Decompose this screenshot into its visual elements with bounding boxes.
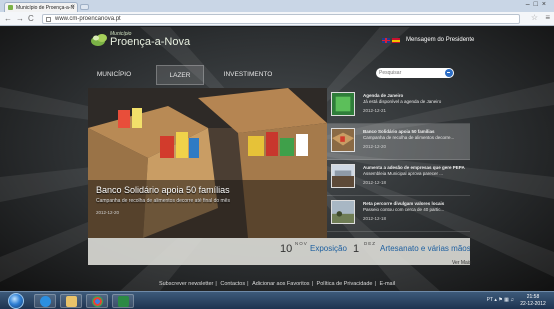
news-item[interactable]: Reta percorre divulgam valores locais Pa…	[327, 196, 470, 232]
agenda-month: NOV	[295, 241, 308, 246]
clock-date: 22-12-2012	[520, 300, 546, 307]
news-title: Reta percorre divulgam valores locais	[363, 201, 445, 206]
excel-icon	[118, 296, 129, 307]
start-button[interactable]	[8, 293, 24, 309]
system-tray[interactable]: PT ▴ ⚑ ▦ ♫	[487, 297, 514, 303]
news-list: Agenda de Janeiro Já está disponível a a…	[327, 88, 470, 238]
new-tab-button[interactable]	[80, 4, 89, 10]
page-icon	[46, 17, 51, 22]
news-subtitle: Campanha de recolha de alimentos decorre…	[363, 135, 455, 140]
news-date: 2012-12-18	[363, 180, 387, 185]
news-thumbnail	[331, 200, 355, 224]
input-language[interactable]: PT	[487, 297, 493, 303]
news-item[interactable]: Agenda de Janeiro Já está disponível a a…	[327, 88, 470, 124]
news-title: Agenda de Janeiro	[363, 93, 404, 98]
browser-toolbar: ← → C www.cm-proencanova.pt ☆ ≡	[0, 12, 554, 26]
address-bar[interactable]: www.cm-proencanova.pt	[42, 14, 520, 24]
search-input[interactable]	[379, 69, 439, 77]
news-subtitle: Assembleia Municipal aprova parecer ...	[363, 171, 444, 176]
news-thumbnail	[331, 128, 355, 152]
forward-button[interactable]: →	[16, 14, 24, 23]
browser-tabstrip: Município de Proença-a-N × –□×	[0, 0, 554, 12]
featured-news-date: 2012-12-20	[96, 210, 120, 215]
search-box	[376, 68, 454, 78]
news-subtitle: Já está disponível a agenda de Janeiro	[363, 99, 442, 104]
flag-tray-icon[interactable]: ⚑	[498, 297, 502, 303]
taskbar-app-excel[interactable]	[112, 294, 134, 308]
agenda-more-link[interactable]: Ver Mais	[452, 260, 471, 266]
featured-news-caption: Banco Solidário apoia 50 famílias Campan…	[96, 185, 230, 215]
taskbar-app-explorer[interactable]	[60, 294, 82, 308]
agenda-day: 10	[280, 243, 293, 255]
taskbar-app-chrome[interactable]	[86, 294, 108, 308]
footer-separator: |	[311, 281, 313, 287]
nav-item-lazer[interactable]: LAZER	[156, 65, 204, 85]
system-clock[interactable]: 21:58 22-12-2012	[518, 294, 548, 307]
agenda-day: 1	[353, 243, 360, 255]
featured-news[interactable]: Banco Solidário apoia 50 famílias Campan…	[88, 88, 327, 238]
news-date: 2012-12-18	[363, 216, 387, 221]
footer-link-privacy[interactable]: Política de Privacidade	[317, 281, 373, 287]
news-thumbnail	[331, 92, 355, 116]
logo-name[interactable]: Proença-a-Nova	[110, 36, 190, 48]
site-favicon-icon	[8, 5, 13, 10]
featured-news-description: Campanha de recolha de alimentos decorre…	[96, 198, 230, 204]
spanish-flag-icon[interactable]	[392, 38, 400, 43]
tab-title: Município de Proença-a-N	[16, 5, 75, 11]
municipality-logo-icon[interactable]	[90, 32, 108, 48]
footer-separator: |	[374, 281, 376, 287]
footer-link-contacts[interactable]: Contactos	[220, 281, 245, 287]
footer-link-email[interactable]: E-mail	[379, 281, 395, 287]
president-message-link[interactable]: Mensagem do Presidente	[406, 37, 474, 43]
search-icon[interactable]	[445, 69, 453, 77]
footer-link-newsletter[interactable]: Subscrever newsletter	[159, 281, 213, 287]
news-item[interactable]: Aumenta a adesão de empresas que gere PE…	[327, 160, 470, 196]
agenda-month: DEZ	[364, 241, 376, 246]
bookmark-star-icon[interactable]: ☆	[531, 13, 538, 22]
news-item[interactable]: Banco Solidário apoia 50 famílias Campan…	[327, 124, 470, 160]
window-controls[interactable]: –□×	[526, 1, 550, 8]
window-close-icon[interactable]: ×	[542, 1, 550, 8]
tray-up-arrow-icon[interactable]: ▴	[494, 297, 497, 303]
menu-icon[interactable]: ≡	[545, 13, 550, 22]
reload-button[interactable]: C	[28, 14, 34, 23]
news-title: Banco Solidário apoia 50 famílias	[363, 129, 435, 134]
address-bar-url: www.cm-proencanova.pt	[55, 16, 121, 22]
taskbar: PT ▴ ⚑ ▦ ♫ 21:58 22-12-2012	[0, 291, 554, 309]
news-subtitle: Passeio contou com cerca de 40 partic...	[363, 207, 445, 212]
site-footer: Subscrever newsletter | Contactos | Adicio…	[0, 281, 554, 287]
featured-news-image	[88, 88, 327, 238]
agenda-event-link[interactable]: Exposição	[310, 244, 347, 253]
browser-tab[interactable]: Município de Proença-a-N ×	[4, 2, 78, 12]
page-viewport: Município Proença-a-Nova Mensagem do Pre…	[0, 27, 554, 291]
internet-explorer-icon	[40, 296, 51, 307]
back-button[interactable]: ←	[4, 14, 12, 23]
maximize-icon[interactable]: □	[534, 1, 542, 8]
footer-separator: |	[215, 281, 217, 287]
chrome-icon	[92, 296, 103, 307]
nav-item-municipio[interactable]: MUNICÍPIO	[86, 65, 142, 85]
english-flag-icon[interactable]	[382, 38, 390, 43]
network-icon[interactable]: ▦	[504, 297, 509, 303]
footer-separator: |	[247, 281, 249, 287]
taskbar-app-ie[interactable]	[34, 294, 56, 308]
volume-icon[interactable]: ♫	[510, 297, 514, 303]
news-thumbnail	[331, 164, 355, 188]
tab-close-icon[interactable]: ×	[71, 4, 75, 10]
agenda-strip: 10 NOV Exposição 1 DEZ Artesanato e vári…	[88, 238, 470, 265]
footer-link-favorites[interactable]: Adicionar aos Favoritos	[252, 281, 309, 287]
folder-icon	[66, 296, 77, 307]
nav-item-investimento[interactable]: INVESTIMENTO	[218, 65, 278, 85]
news-title: Aumenta a adesão de empresas que gere PE…	[363, 165, 465, 170]
featured-news-title[interactable]: Banco Solidário apoia 50 famílias	[96, 185, 230, 195]
news-date: 2012-12-21	[363, 108, 387, 113]
agenda-event-link[interactable]: Artesanato e várias mãos	[380, 244, 470, 253]
minimize-icon[interactable]: –	[526, 1, 534, 8]
news-date: 2012-12-20	[363, 144, 387, 149]
site-header: Município Proença-a-Nova Mensagem do Pre…	[86, 30, 474, 54]
